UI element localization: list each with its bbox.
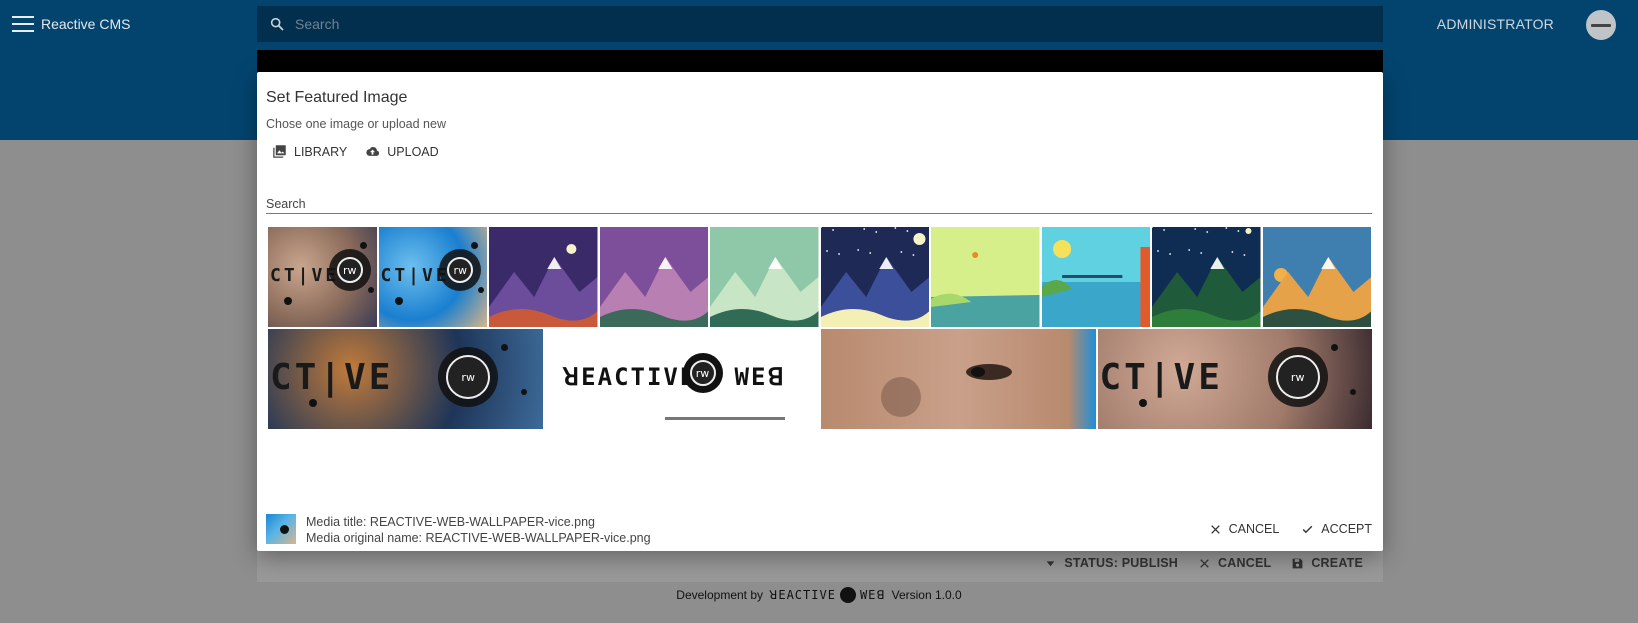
logo-mark-icon (839, 587, 856, 603)
media-row: CT|VE rw CT|VE rw (268, 227, 1372, 327)
credit-brand-left: ꓤEACTIVE (769, 588, 836, 602)
media-tile-reactive-wallpaper[interactable]: CT|VE rw (1097, 329, 1372, 429)
media-tile-reactive-wallpaper[interactable]: CT|VE rw (268, 227, 377, 327)
accept-button[interactable]: ACCEPT (1301, 522, 1372, 536)
dialog-subtitle: Chose one image or upload new (266, 117, 446, 131)
accept-label: ACCEPT (1321, 522, 1372, 536)
status-button[interactable]: STATUS: PUBLISH (1044, 556, 1178, 570)
tab-library-label: LIBRARY (294, 144, 348, 159)
tab-library[interactable]: LIBRARY (272, 144, 347, 159)
media-grid: CT|VE rw CT|VE rw CT|VE rw ꓤEACTIVE rw W… (268, 227, 1372, 431)
search-input[interactable]: Search (257, 6, 1383, 42)
tab-upload[interactable]: UPLOAD (365, 144, 439, 159)
app-title: Reactive CMS (41, 16, 131, 32)
dialog-title: Set Featured Image (266, 89, 408, 106)
media-tile-lake-yellow[interactable] (931, 227, 1040, 327)
credits-prefix: Development by (676, 588, 764, 602)
media-tile-face-photo[interactable] (821, 329, 1096, 429)
media-tile-mountain-mint[interactable] (710, 227, 819, 327)
cancel-label: CANCEL (1228, 522, 1280, 536)
save-icon (1292, 558, 1303, 568)
cancel-button[interactable]: CANCEL (1209, 522, 1280, 536)
close-icon (1200, 558, 1209, 568)
media-tile-mountain-night[interactable] (489, 227, 598, 327)
media-original-name: Media original name: REACTIVE-WEB-WALLPA… (306, 531, 651, 545)
media-tile-forest-night[interactable] (1152, 227, 1261, 327)
dialog-footer: Media title: REACTIVE-WEB-WALLPAPER-vice… (266, 514, 1372, 548)
reactive-web-logo[interactable]: ꓤEACTIVE WEꓭ (769, 587, 886, 603)
selected-media-thumbnail (266, 514, 296, 544)
app-version: Version 1.0.0 (891, 588, 962, 602)
media-title: Media title: REACTIVE-WEB-WALLPAPER-vice… (306, 515, 595, 529)
search-placeholder: Search (295, 16, 340, 32)
media-tile-reactive-wallpaper[interactable]: CT|VE rw (378, 227, 487, 327)
create-label: CREATE (1311, 556, 1363, 570)
credits: Development by ꓤEACTIVE WEꓭ Version 1.0.… (0, 587, 1638, 603)
image-library-icon (273, 145, 286, 158)
avatar[interactable] (1586, 10, 1616, 40)
media-tile-mountain-stars[interactable] (820, 227, 929, 327)
selected-media-info: Media title: REACTIVE-WEB-WALLPAPER-vice… (306, 514, 651, 546)
credit-brand-right: WEꓭ (859, 588, 886, 602)
cloud-upload-icon (366, 146, 380, 156)
close-icon (1210, 524, 1220, 534)
status-label: STATUS: PUBLISH (1064, 556, 1179, 570)
media-tile-mountain-purple[interactable] (599, 227, 708, 327)
media-tile-mountain-sunset[interactable] (1262, 227, 1371, 327)
media-source-tabs: LIBRARY UPLOAD (272, 144, 439, 159)
menu-icon[interactable] (12, 14, 34, 34)
dialog-actions: CANCEL ACCEPT (1209, 522, 1372, 536)
editor-cancel-button[interactable]: CANCEL (1198, 556, 1271, 570)
library-search-input[interactable]: Search (266, 192, 1372, 214)
create-button[interactable]: CREATE (1291, 556, 1363, 570)
tab-upload-label: UPLOAD (387, 144, 439, 159)
featured-image-dialog: Set Featured Image Chose one image or up… (257, 72, 1383, 551)
media-tile-reactive-logo[interactable]: ꓤEACTIVE rw WEꓭ (544, 329, 819, 429)
search-icon (270, 17, 284, 31)
media-tile-city-bridge[interactable] (1041, 227, 1150, 327)
media-row: CT|VE rw ꓤEACTIVE rw WEꓭ CT|VE rw (268, 329, 1372, 429)
user-name[interactable]: ADMINISTRATOR (1437, 16, 1554, 32)
media-tile-reactive-wallpaper[interactable]: CT|VE rw (268, 329, 543, 429)
check-icon (1302, 525, 1313, 533)
editor-cancel-label: CANCEL (1218, 556, 1272, 570)
caret-down-icon (1047, 560, 1055, 566)
